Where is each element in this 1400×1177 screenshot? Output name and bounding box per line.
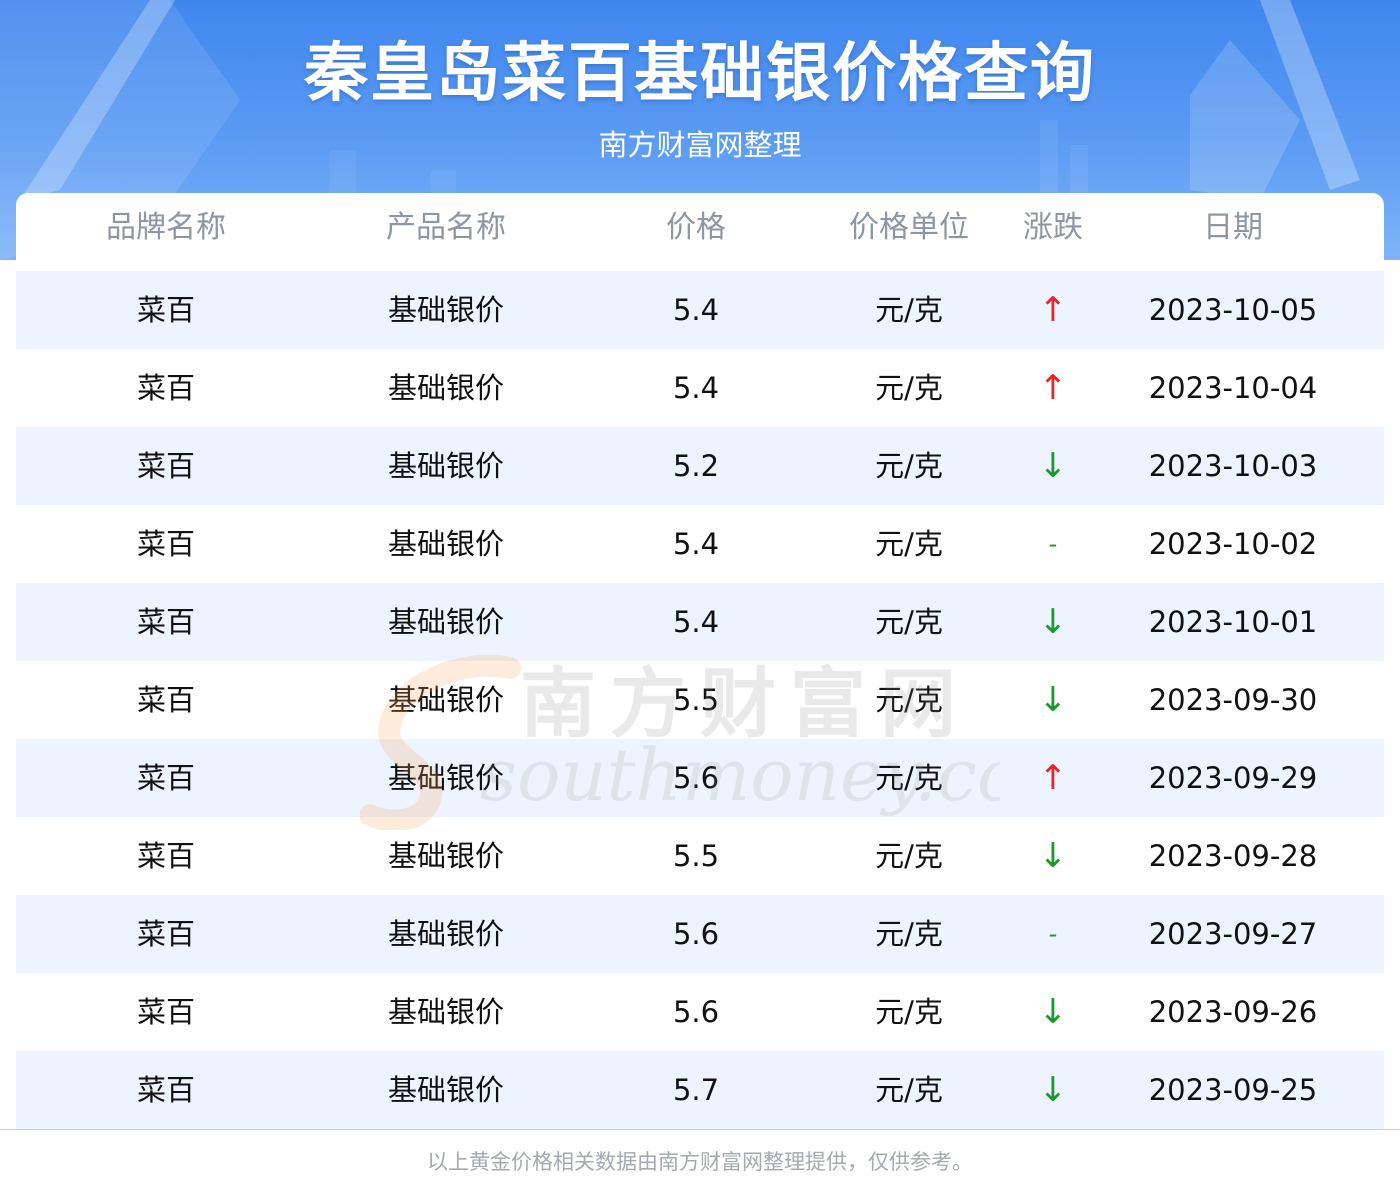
product-cell: 基础银价: [387, 761, 504, 795]
price-cell: 5.5: [672, 683, 720, 717]
brand-cell: 菜百: [136, 605, 195, 639]
footer-note: 以上黄金价格相关数据由南方财富网整理提供，仅供参考。: [427, 1150, 973, 1174]
unit-cell: 元/克: [875, 371, 943, 405]
unit-cell: 元/克: [875, 449, 943, 483]
unit-cell: 元/克: [875, 527, 943, 561]
date-cell: 2023-10-01: [1148, 605, 1318, 639]
price-cell: 5.4: [672, 293, 720, 327]
column-header-unit: 价格单位: [849, 210, 969, 245]
date-cell: 2023-09-27: [1148, 917, 1318, 951]
unit-cell: 元/克: [875, 995, 943, 1029]
unit-cell: 元/克: [875, 761, 943, 795]
unit-cell: 元/克: [875, 605, 943, 639]
price-cell: 5.4: [672, 371, 720, 405]
trend-cell: ↓: [1038, 602, 1068, 642]
date-cell: 2023-09-30: [1148, 683, 1318, 717]
product-cell: 基础银价: [387, 995, 504, 1029]
brand-cell: 菜百: [136, 449, 195, 483]
brand-cell: 菜百: [136, 917, 195, 951]
table-row: 菜百 基础银价 5.7 元/克 ↓ 2023-09-25: [16, 1051, 1384, 1129]
product-cell: 基础银价: [387, 293, 504, 327]
brand-cell: 菜百: [136, 839, 195, 873]
date-cell: 2023-10-03: [1148, 449, 1318, 483]
date-cell: 2023-09-26: [1148, 995, 1318, 1029]
date-cell: 2023-10-05: [1148, 293, 1318, 327]
unit-cell: 元/克: [875, 683, 943, 717]
price-cell: 5.7: [672, 1073, 720, 1107]
trend-cell: ↓: [1038, 446, 1068, 486]
product-cell: 基础银价: [387, 527, 504, 561]
table-row: 菜百 基础银价 5.5 元/克 ↓ 2023-09-28: [16, 817, 1384, 895]
table-row: 菜百 基础银价 5.6 元/克 ↓ 2023-09-26: [16, 973, 1384, 1051]
brand-cell: 菜百: [136, 371, 195, 405]
product-cell: 基础银价: [387, 683, 504, 717]
brand-cell: 菜百: [136, 683, 195, 717]
trend-cell: ↓: [1038, 680, 1068, 720]
column-header-date: 日期: [1203, 210, 1263, 245]
trend-cell: -: [1048, 530, 1058, 558]
date-cell: 2023-09-28: [1148, 839, 1318, 873]
table-row: 菜百 基础银价 5.4 元/克 - 2023-10-02: [16, 505, 1384, 583]
page-subtitle: 南方财富网整理: [598, 128, 802, 162]
page-title: 秦皇岛菜百基础银价格查询: [304, 37, 1096, 111]
table-row: 菜百 基础银价 5.4 元/克 ↓ 2023-10-01: [16, 583, 1384, 661]
footer-divider: [0, 1129, 1400, 1130]
trend-cell: ↑: [1038, 290, 1068, 330]
trend-cell: -: [1048, 920, 1058, 948]
price-cell: 5.6: [672, 995, 720, 1029]
column-header-price: 价格: [666, 210, 726, 245]
unit-cell: 元/克: [875, 839, 943, 873]
price-cell: 5.4: [672, 527, 720, 561]
trend-cell: ↓: [1038, 1070, 1068, 1110]
date-cell: 2023-09-25: [1148, 1073, 1318, 1107]
brand-cell: 菜百: [136, 761, 195, 795]
table-row: 菜百 基础银价 5.2 元/克 ↓ 2023-10-03: [16, 427, 1384, 505]
unit-cell: 元/克: [875, 917, 943, 951]
unit-cell: 元/克: [875, 1073, 943, 1107]
price-cell: 5.6: [672, 761, 720, 795]
table-header: 品牌名称 产品名称 价格 价格单位 涨跌 日期: [16, 193, 1384, 271]
column-header-brand: 品牌名称: [106, 210, 226, 245]
product-cell: 基础银价: [387, 1073, 504, 1107]
date-cell: 2023-09-29: [1148, 761, 1318, 795]
table-row: 菜百 基础银价 5.6 元/克 - 2023-09-27: [16, 895, 1384, 973]
product-cell: 基础银价: [387, 371, 504, 405]
brand-cell: 菜百: [136, 527, 195, 561]
brand-cell: 菜百: [136, 1073, 195, 1107]
price-cell: 5.2: [672, 449, 720, 483]
table-row: 菜百 基础银价 5.5 元/克 ↓ 2023-09-30: [16, 661, 1384, 739]
price-cell: 5.6: [672, 917, 720, 951]
product-cell: 基础银价: [387, 839, 504, 873]
brand-cell: 菜百: [136, 995, 195, 1029]
price-cell: 5.4: [672, 605, 720, 639]
trend-cell: ↓: [1038, 836, 1068, 876]
trend-cell: ↓: [1038, 992, 1068, 1032]
unit-cell: 元/克: [875, 293, 943, 327]
price-table: 品牌名称 产品名称 价格 价格单位 涨跌 日期 菜百 基础银价 5.4 元/克 …: [16, 193, 1384, 1129]
trend-cell: ↑: [1038, 758, 1068, 798]
table-row: 菜百 基础银价 5.4 元/克 ↑ 2023-10-05: [16, 271, 1384, 349]
brand-cell: 菜百: [136, 293, 195, 327]
product-cell: 基础银价: [387, 449, 504, 483]
date-cell: 2023-10-04: [1148, 371, 1318, 405]
column-header-product: 产品名称: [386, 210, 506, 245]
trend-cell: ↑: [1038, 368, 1068, 408]
product-cell: 基础银价: [387, 605, 504, 639]
price-cell: 5.5: [672, 839, 720, 873]
product-cell: 基础银价: [387, 917, 504, 951]
table-row: 菜百 基础银价 5.6 元/克 ↑ 2023-09-29: [16, 739, 1384, 817]
column-header-trend: 涨跌: [1023, 210, 1083, 245]
table-row: 菜百 基础银价 5.4 元/克 ↑ 2023-10-04: [16, 349, 1384, 427]
date-cell: 2023-10-02: [1148, 527, 1318, 561]
